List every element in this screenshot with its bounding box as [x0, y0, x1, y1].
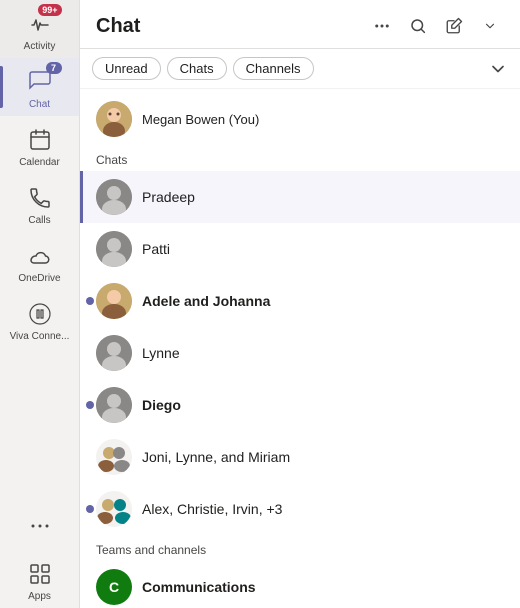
apps-label: Apps	[28, 591, 51, 602]
activity-label: Activity	[24, 41, 56, 52]
filter-channels[interactable]: Channels	[233, 57, 314, 80]
viva-label: Viva Conne...	[10, 331, 70, 342]
chat-item-communications[interactable]: C Communications	[80, 561, 520, 608]
sidebar-item-calls[interactable]: Calls	[0, 174, 79, 232]
calls-label: Calls	[28, 215, 50, 226]
onedrive-label: OneDrive	[18, 273, 60, 284]
chat-item-alex-group[interactable]: Alex, Christie, Irvin, +3	[80, 483, 520, 535]
pradeep-avatar	[96, 179, 132, 215]
patti-avatar	[96, 231, 132, 267]
chats-section-header: Chats	[80, 145, 520, 171]
search-button[interactable]	[404, 12, 432, 40]
filter-bar: Unread Chats Channels	[80, 49, 520, 89]
compose-button[interactable]	[440, 12, 468, 40]
filter-unread[interactable]: Unread	[92, 57, 161, 80]
alex-group-name: Alex, Christie, Irvin, +3	[142, 501, 282, 517]
activity-icon: 99+	[26, 10, 54, 38]
lynne-avatar	[96, 335, 132, 371]
communications-name: Communications	[142, 579, 256, 595]
diego-avatar	[96, 387, 132, 423]
chat-item-joni-group[interactable]: Joni, Lynne, and Miriam	[80, 431, 520, 483]
me-avatar	[96, 101, 132, 137]
adele-johanna-name: Adele and Johanna	[142, 293, 270, 309]
me-row[interactable]: Megan Bowen (You)	[80, 93, 520, 145]
sidebar-item-apps[interactable]: Apps	[0, 550, 79, 608]
activity-badge: 99+	[38, 4, 61, 16]
more-options-button[interactable]	[368, 12, 396, 40]
communications-avatar: C	[96, 569, 132, 605]
onedrive-icon	[26, 242, 54, 270]
unread-dot-adele	[86, 297, 94, 305]
chat-badge: 7	[46, 62, 62, 74]
joni-group-avatar	[96, 439, 132, 475]
chat-item-patti[interactable]: Patti	[80, 223, 520, 275]
patti-name: Patti	[142, 241, 170, 257]
diego-name: Diego	[142, 397, 181, 413]
calendar-icon	[26, 126, 54, 154]
header-actions	[368, 12, 504, 40]
chat-header: Chat	[80, 0, 520, 49]
expand-button[interactable]	[476, 12, 504, 40]
alex-group-avatar	[96, 491, 132, 527]
pradeep-name: Pradeep	[142, 189, 195, 205]
calendar-label: Calendar	[19, 157, 60, 168]
sidebar: 99+ Activity 7 Chat Calendar Calls	[0, 0, 80, 608]
page-title: Chat	[96, 15, 360, 38]
calls-icon	[26, 184, 54, 212]
sidebar-item-onedrive[interactable]: OneDrive	[0, 232, 79, 290]
chat-icon: 7	[26, 68, 54, 96]
sidebar-item-viva[interactable]: Viva Conne...	[0, 290, 79, 348]
chat-label: Chat	[29, 99, 50, 110]
filter-chats[interactable]: Chats	[167, 57, 227, 80]
chat-list: Megan Bowen (You) Chats Pradeep	[80, 89, 520, 608]
unread-dot-alex	[86, 505, 94, 513]
teams-section-header: Teams and channels	[80, 535, 520, 561]
chat-item-diego[interactable]: Diego	[80, 379, 520, 431]
sidebar-item-more[interactable]	[0, 502, 79, 546]
me-name: Megan Bowen (You)	[142, 112, 259, 127]
chat-item-lynne[interactable]: Lynne	[80, 327, 520, 379]
apps-icon	[26, 560, 54, 588]
chat-item-adele-johanna[interactable]: Adele and Johanna	[80, 275, 520, 327]
main-panel: Chat	[80, 0, 520, 608]
sidebar-item-calendar[interactable]: Calendar	[0, 116, 79, 174]
sidebar-item-chat[interactable]: 7 Chat	[0, 58, 79, 116]
viva-icon	[26, 300, 54, 328]
chat-item-pradeep[interactable]: Pradeep	[80, 171, 520, 223]
joni-group-name: Joni, Lynne, and Miriam	[142, 449, 290, 465]
lynne-name: Lynne	[142, 345, 180, 361]
more-icon	[26, 512, 54, 540]
adele-johanna-avatar	[96, 283, 132, 319]
filter-expand-button[interactable]	[488, 59, 508, 79]
sidebar-item-activity[interactable]: 99+ Activity	[0, 0, 79, 58]
unread-dot-diego	[86, 401, 94, 409]
